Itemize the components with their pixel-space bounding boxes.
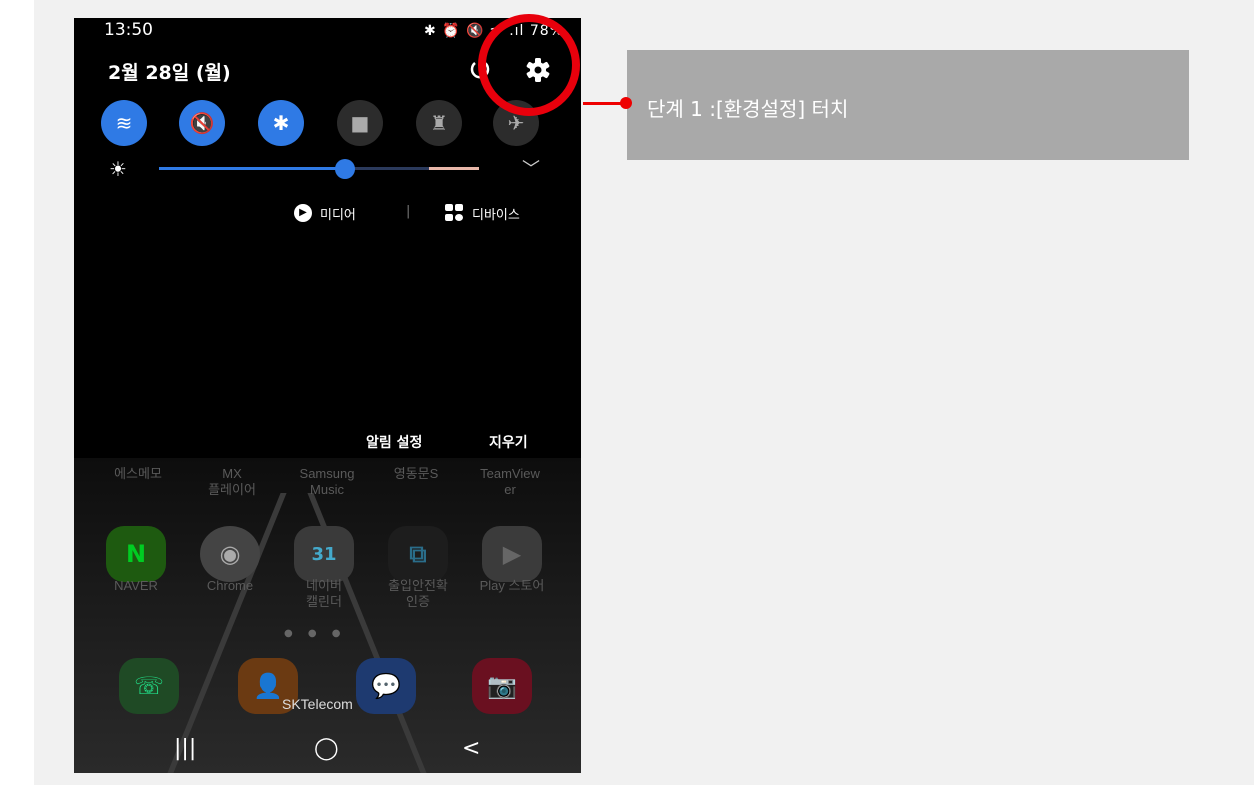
bluetooth-icon: ✱ — [272, 111, 290, 135]
brightness-recommended — [429, 167, 479, 170]
qs-mute-toggle[interactable]: 🔇 — [179, 100, 225, 146]
phone-screen: 13:50 ✱ ⏰ 🔇 ᯤ .ıl 78% 2월 28일 (월) ≋ 🔇 ✱ ■… — [74, 18, 581, 773]
sun-icon: ☀ — [109, 157, 127, 181]
mute-icon: 🔇 — [189, 111, 215, 135]
app-label-yeongdongmun[interactable]: 영동문S — [374, 466, 458, 482]
app-label-naver-calendar[interactable]: 네이버 캘린더 — [282, 578, 366, 610]
recents-icon[interactable]: ||| — [174, 736, 196, 761]
access-cert-icon[interactable]: ⧉ — [388, 526, 448, 582]
qs-bluetooth-toggle[interactable]: ✱ — [258, 100, 304, 146]
calendar-icon[interactable]: 31 — [294, 526, 354, 582]
qs-lock-toggle[interactable]: ■ — [337, 100, 383, 146]
phone-icon[interactable]: ☏ — [119, 658, 179, 714]
brightness-slider[interactable]: ☀ ﹀ — [104, 155, 544, 181]
play-store-icon[interactable]: ▶ — [482, 526, 542, 582]
carrier-label: SKTelecom — [282, 696, 353, 712]
app-label-chrome[interactable]: Chrome — [188, 578, 272, 594]
panel-date: 2월 28일 (월) — [108, 62, 231, 84]
flashlight-icon: ♜ — [430, 111, 448, 135]
navigation-bar: ||| ◯ < — [74, 728, 581, 773]
back-icon[interactable]: < — [462, 736, 480, 761]
media-button[interactable]: 미디어 — [320, 204, 356, 223]
app-label-samsung-music[interactable]: Samsung Music — [285, 466, 369, 498]
annotation-text: 단계 1 :[환경설정] 터치 — [647, 97, 849, 121]
brightness-thumb[interactable] — [334, 159, 355, 179]
media-devices-row: ▶ 미디어 | 디바이스 — [294, 203, 554, 227]
app-label-naver[interactable]: NAVER — [94, 578, 178, 594]
notification-settings-button[interactable]: 알림 설정 — [366, 432, 422, 452]
wifi-icon: ≋ — [115, 111, 133, 135]
chrome-icon[interactable]: ◉ — [200, 526, 260, 582]
page-indicator: ● ● ● — [284, 628, 347, 639]
play-icon[interactable]: ▶ — [294, 204, 312, 222]
home-wallpaper — [74, 458, 581, 773]
divider: | — [406, 204, 411, 219]
app-label-access-cert[interactable]: 출입안전확 인증 — [376, 578, 460, 610]
naver-icon[interactable]: N — [106, 526, 166, 582]
annotation-dot — [620, 97, 632, 109]
lock-icon: ■ — [350, 111, 370, 135]
qs-flashlight-toggle[interactable]: ♜ — [416, 100, 462, 146]
app-label-teamviewer[interactable]: TeamView er — [468, 466, 552, 498]
clear-button[interactable]: 지우기 — [489, 432, 528, 452]
qs-wifi-toggle[interactable]: ≋ — [101, 100, 147, 146]
highlight-circle — [478, 14, 580, 116]
chevron-down-icon[interactable]: ﹀ — [522, 155, 540, 181]
messages-icon[interactable]: 💬 — [356, 658, 416, 714]
brightness-fill — [159, 167, 345, 170]
app-label-smemo[interactable]: 에스메모 — [96, 466, 180, 482]
devices-button[interactable]: 디바이스 — [472, 204, 520, 223]
camera-icon[interactable]: 📷 — [472, 658, 532, 714]
status-clock: 13:50 — [104, 20, 153, 40]
app-label-mxplayer[interactable]: MX 플레이어 — [190, 466, 274, 498]
app-label-play-store[interactable]: Play 스토어 — [470, 578, 554, 594]
home-icon[interactable]: ◯ — [314, 736, 339, 761]
devices-icon[interactable] — [445, 204, 465, 222]
